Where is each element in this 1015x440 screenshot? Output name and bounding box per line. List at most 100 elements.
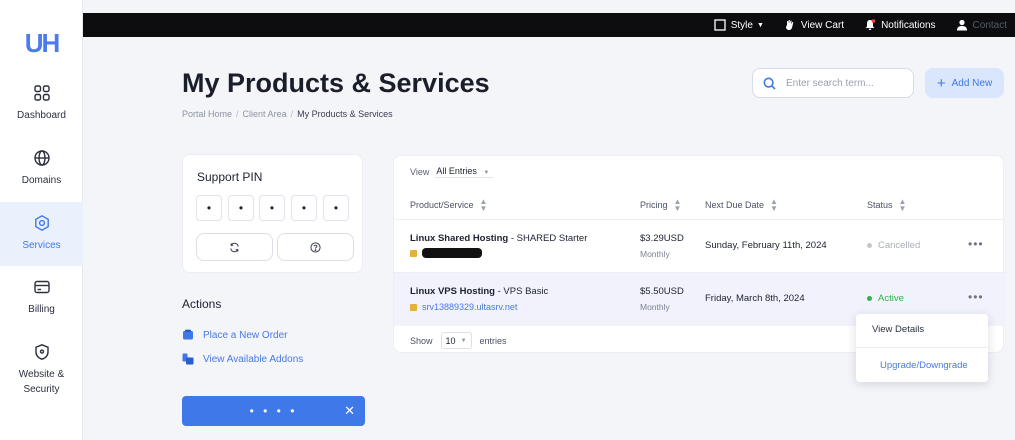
breadcrumb-client-area[interactable]: Client Area bbox=[243, 109, 287, 119]
notifications-link[interactable]: Notifications bbox=[864, 19, 936, 31]
close-icon[interactable]: ✕ bbox=[344, 403, 355, 419]
place-new-order-link[interactable]: Place a New Order bbox=[182, 329, 287, 341]
sidebar-item-billing[interactable]: Billing bbox=[0, 266, 83, 330]
show-label: Show bbox=[410, 335, 433, 346]
sort-icon: ▲ ▼ bbox=[479, 197, 488, 213]
hand-icon bbox=[785, 19, 794, 30]
chevron-down-icon: ▼ bbox=[483, 170, 490, 176]
card-icon bbox=[33, 280, 50, 294]
sidebar-item-dashboard[interactable]: Dashboard bbox=[0, 72, 83, 136]
column-header-due-date[interactable]: Next Due Date ▲ ▼ bbox=[705, 197, 778, 213]
pin-help-button[interactable] bbox=[277, 233, 354, 261]
style-menu[interactable]: Style ▼ bbox=[714, 19, 764, 31]
top-bar: Style ▼ View Cart Notifications Contact bbox=[83, 13, 1015, 37]
support-pin-card: Support PIN • • • • • bbox=[182, 154, 363, 273]
divider bbox=[856, 347, 988, 348]
page-size-value: 10 bbox=[445, 335, 456, 346]
more-options-icon[interactable]: ••• bbox=[968, 290, 984, 304]
page-size-select[interactable]: 10 ▼ bbox=[440, 332, 472, 349]
status-label: Active bbox=[878, 293, 904, 304]
regenerate-pin-button[interactable] bbox=[196, 233, 273, 261]
status-dot bbox=[867, 243, 872, 248]
add-new-label: Add New bbox=[951, 77, 993, 89]
pin-digit: • bbox=[291, 195, 317, 221]
product-name: Linux VPS Hosting - VPS Basic bbox=[410, 286, 549, 297]
search-box bbox=[752, 68, 914, 98]
sidebar-item-website-security[interactable]: Website & Security bbox=[0, 331, 83, 411]
sort-icon: ▲ ▼ bbox=[673, 197, 682, 213]
place-new-order-label: Place a New Order bbox=[203, 329, 288, 341]
dots-icon: • • • • bbox=[249, 404, 298, 418]
services-icon bbox=[34, 214, 49, 232]
sidebar-item-label: Website & Security bbox=[18, 369, 65, 395]
status-badge: Active bbox=[867, 293, 904, 304]
sidebar-item-services[interactable]: Services bbox=[0, 202, 83, 266]
view-details-item[interactable]: View Details bbox=[856, 324, 988, 335]
sidebar-item-label: Billing bbox=[28, 304, 55, 315]
product-domain[interactable]: srv13889329.ultasrv.net bbox=[410, 302, 517, 312]
logo[interactable]: UH bbox=[0, 28, 83, 59]
breadcrumb-home[interactable]: Portal Home bbox=[182, 109, 232, 119]
pin-digit: • bbox=[196, 195, 222, 221]
pin-digit: • bbox=[323, 195, 349, 221]
search-icon bbox=[763, 76, 776, 90]
sidebar-item-label: Domains bbox=[21, 175, 62, 186]
breadcrumb-current: My Products & Services bbox=[297, 109, 393, 119]
column-header-label: Pricing bbox=[640, 200, 668, 210]
column-header-pricing[interactable]: Pricing ▲ ▼ bbox=[640, 197, 682, 213]
help-icon bbox=[310, 241, 321, 253]
cart-icon bbox=[183, 329, 193, 340]
billing-cycle: Monthly bbox=[640, 302, 670, 312]
row-actions-dropdown: View Details Upgrade/Downgrade bbox=[856, 314, 988, 382]
add-new-button[interactable]: + Add New bbox=[925, 68, 1004, 98]
product-price: $5.50USD bbox=[640, 286, 684, 297]
status-dot bbox=[867, 296, 872, 301]
upgrade-downgrade-item[interactable]: Upgrade/Downgrade bbox=[856, 360, 988, 371]
shield-icon bbox=[34, 344, 49, 360]
next-due-date: Sunday, February 11th, 2024 bbox=[705, 240, 827, 251]
floating-toolbar[interactable]: • • • • ✕ bbox=[182, 396, 365, 426]
view-cart-label: View Cart bbox=[800, 19, 845, 31]
sort-icon: ▲ ▼ bbox=[898, 197, 907, 213]
style-label: Style bbox=[730, 19, 753, 31]
sidebar-item-domains[interactable]: Domains bbox=[0, 137, 83, 201]
column-header-label: Status bbox=[867, 200, 893, 210]
layout-icon bbox=[714, 19, 726, 31]
table-row[interactable]: Linux Shared Hosting - SHARED Starter $3… bbox=[394, 220, 1005, 273]
sort-icon: ▲ ▼ bbox=[770, 197, 778, 213]
search-input[interactable] bbox=[786, 77, 906, 89]
status-label: Cancelled bbox=[878, 240, 921, 251]
sidebar-item-label: Dashboard bbox=[17, 110, 66, 121]
view-label: View bbox=[410, 167, 430, 177]
chevron-down-icon: ▼ bbox=[460, 337, 467, 344]
product-name: Linux Shared Hosting - SHARED Starter bbox=[410, 233, 588, 244]
more-options-icon[interactable]: ••• bbox=[968, 237, 984, 251]
column-header-product[interactable]: Product/Service ▲ ▼ bbox=[410, 197, 488, 213]
lock-icon bbox=[410, 249, 417, 257]
next-due-date: Friday, March 8th, 2024 bbox=[705, 293, 805, 304]
user-icon bbox=[956, 19, 967, 31]
column-header-label: Product/Service bbox=[410, 200, 474, 210]
notifications-label: Notifications bbox=[881, 19, 936, 31]
pin-digit: • bbox=[259, 195, 285, 221]
column-header-label: Next Due Date bbox=[705, 200, 765, 210]
actions-title: Actions bbox=[182, 297, 222, 311]
plus-icon: + bbox=[936, 74, 946, 92]
view-addons-link[interactable]: View Available Addons bbox=[182, 353, 303, 365]
column-header-status[interactable]: Status ▲ ▼ bbox=[867, 197, 907, 213]
status-badge: Cancelled bbox=[867, 240, 920, 251]
support-pin-title: Support PIN bbox=[197, 170, 263, 184]
user-menu[interactable]: Contact bbox=[956, 19, 1007, 31]
grid-icon bbox=[33, 85, 50, 101]
globe-icon bbox=[33, 150, 50, 166]
view-cart-link[interactable]: View Cart bbox=[784, 19, 844, 31]
addons-icon bbox=[182, 353, 194, 365]
chevron-down-icon: ▼ bbox=[756, 21, 764, 29]
pin-digit: • bbox=[228, 195, 254, 221]
domain-label: srv13889329.ultasrv.net bbox=[422, 302, 518, 312]
view-select[interactable]: All Entries ▼ bbox=[435, 166, 494, 178]
bell-icon bbox=[865, 19, 876, 30]
refresh-icon bbox=[230, 242, 239, 252]
user-name: Contact bbox=[972, 19, 1007, 31]
page-title: My Products & Services bbox=[182, 68, 490, 98]
